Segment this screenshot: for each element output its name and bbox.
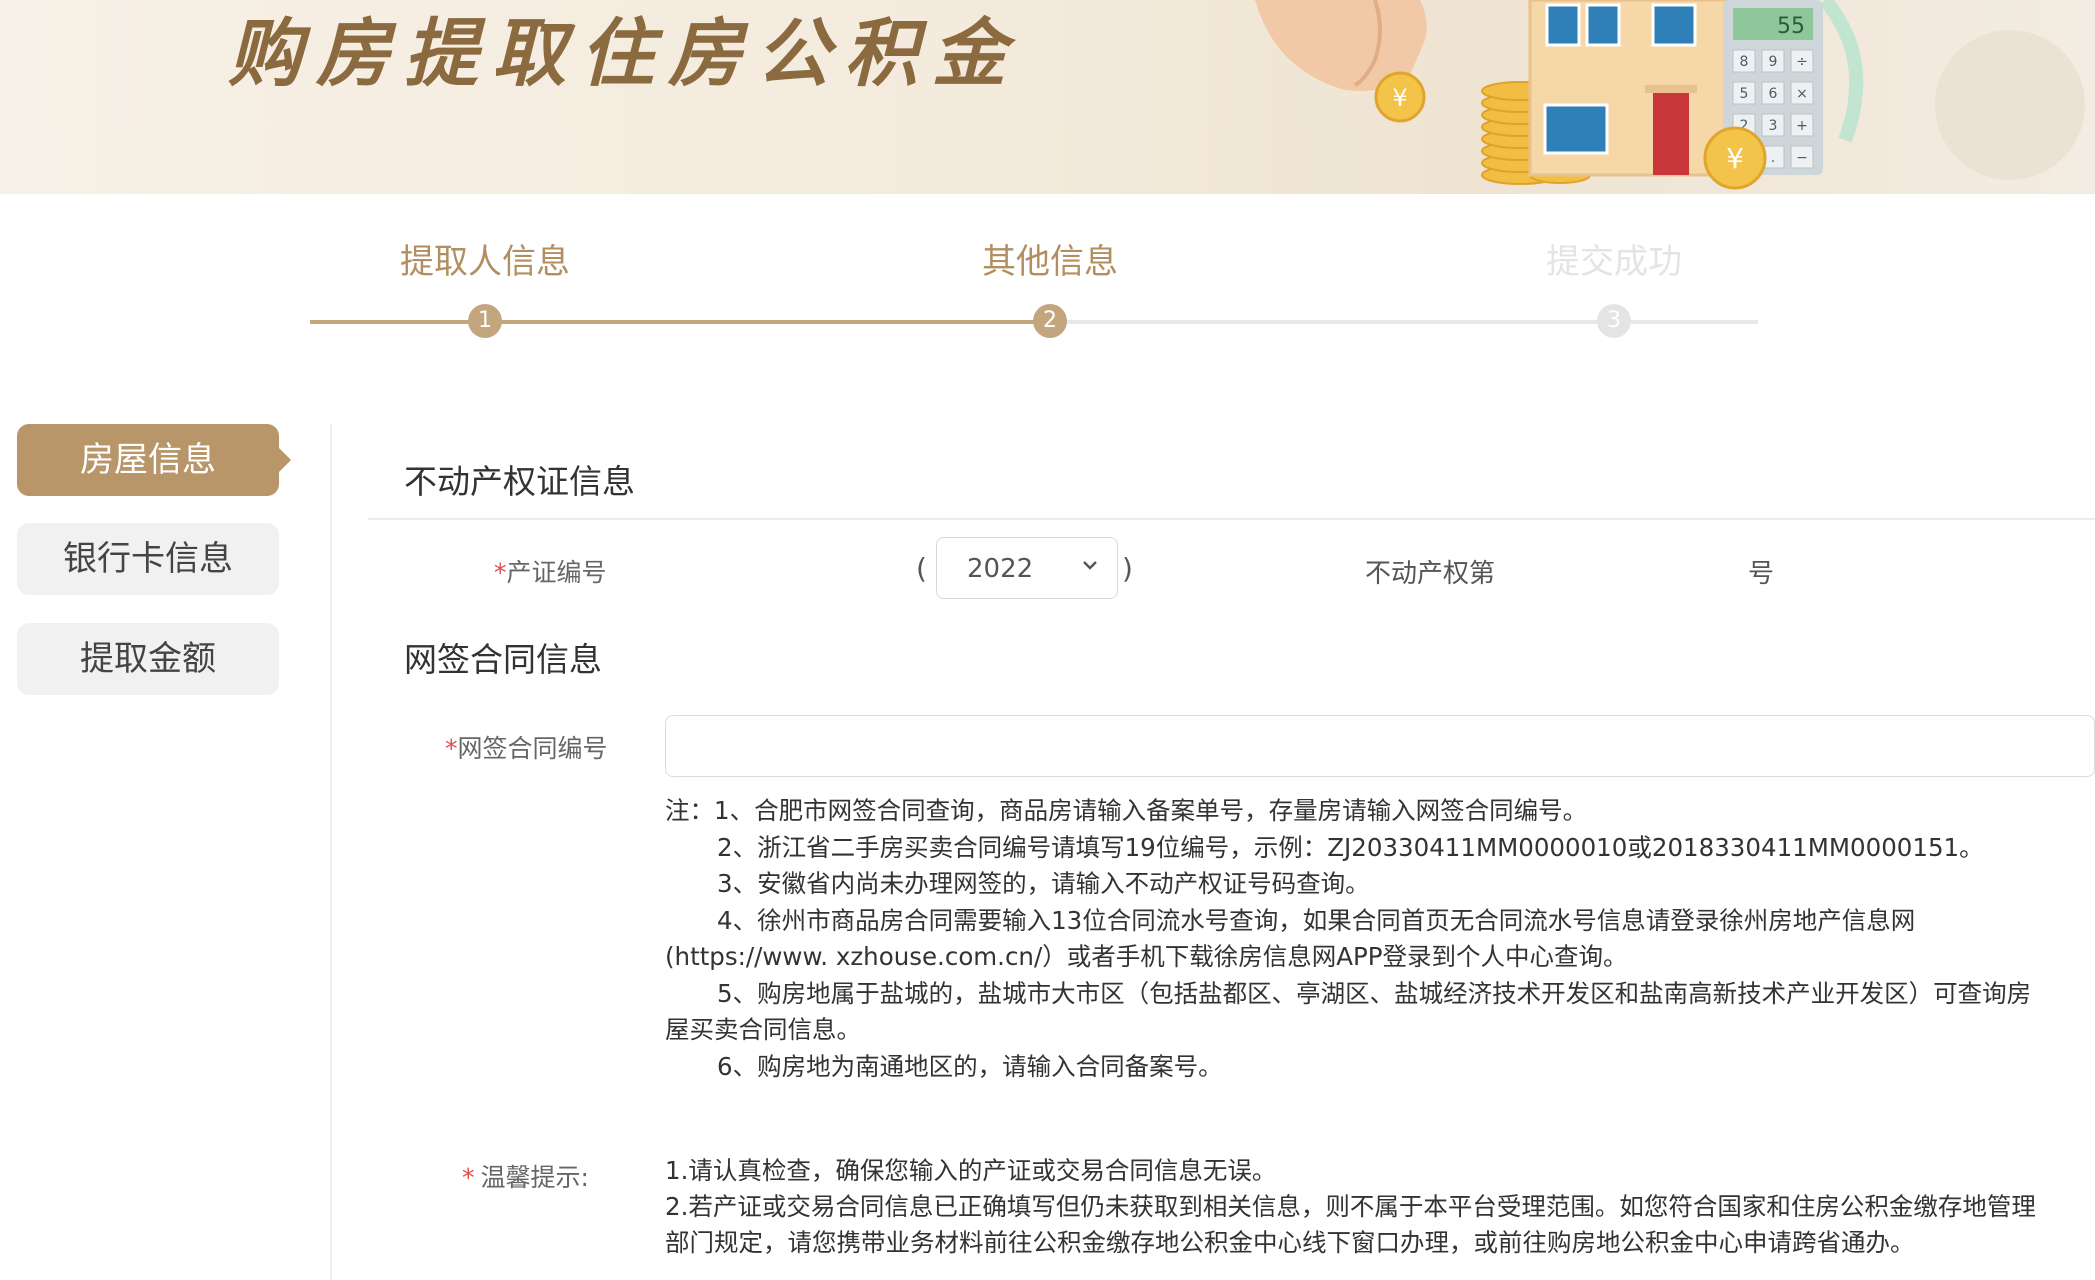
sidebar: 房屋信息 银行卡信息 提取金额: [0, 420, 300, 1280]
page-banner: 购房提取住房公积金 ¥ 55 8 9 ÷ 5 6 × 2 3 + . − ¥: [0, 0, 2095, 194]
year-select[interactable]: 2022: [936, 537, 1118, 599]
note-line: 2、浙江省二手房买卖合同编号请填写19位编号，示例：ZJ20330411MM00…: [717, 832, 1984, 862]
note-line: 6、购房地为南通地区的，请输入合同备案号。: [717, 1051, 1223, 1081]
svg-text:÷: ÷: [1796, 54, 1808, 70]
paren-open: (: [916, 552, 927, 585]
sidebar-item-withdrawal-amount[interactable]: 提取金额: [17, 623, 279, 695]
note-line: 5、购房地属于盐城的，盐城市大市区（包括盐都区、亭湖区、盐城经济技术开发区和盐南…: [717, 978, 2032, 1008]
contract-number-input[interactable]: [665, 715, 2095, 777]
tip-line: 部门规定，请您携带业务材料前往公积金缴存地公积金中心线下窗口办理，或前往购房地公…: [665, 1228, 1915, 1257]
step-2-dot: 2: [1033, 304, 1067, 338]
step-line-1: [310, 320, 1050, 324]
step-3-dot: 3: [1597, 304, 1631, 338]
tip-line: 1.请认真检查，确保您输入的产证或交易合同信息无误。: [665, 1156, 1277, 1185]
note-line: 注：1、合肥市网签合同查询，商品房请输入备案单号，存量房请输入网签合同编号。: [665, 796, 1588, 825]
required-mark: *: [445, 734, 458, 763]
sidebar-divider: [330, 424, 332, 1280]
note-line: 3、安徽省内尚未办理网签的，请输入不动产权证号码查询。: [717, 869, 1370, 898]
svg-text:×: ×: [1796, 86, 1808, 102]
step-1-dot: 1: [468, 304, 502, 338]
paren-close: ): [1122, 552, 1133, 585]
banner-illustration: ¥ 55 8 9 ÷ 5 6 × 2 3 + . − ¥: [1255, 0, 1864, 190]
sidebar-item-bank-card-info[interactable]: 银行卡信息: [17, 523, 279, 595]
svg-text:3: 3: [1769, 118, 1778, 134]
cert-number-label: *产证编号: [494, 553, 607, 589]
banner-decoration: [1935, 30, 2085, 180]
svg-text:¥: ¥: [1726, 142, 1744, 175]
svg-text:8: 8: [1740, 54, 1749, 70]
step-line-2: [1050, 320, 1758, 324]
chevron-down-icon: [1083, 561, 1097, 570]
step-1-label: 提取人信息: [400, 242, 570, 282]
tips-label: * 温馨提示:: [462, 1158, 589, 1194]
note-line: (https://www. xzhouse.com.cn/）或者手机下载徐房信息…: [665, 942, 1628, 971]
note-line: 屋买卖合同信息。: [665, 1015, 861, 1044]
progress-stepper: 提取人信息 1 其他信息 2 提交成功 3: [0, 194, 2095, 394]
cert-prefix-text: 不动产权第: [1365, 559, 1496, 589]
contract-number-label-text: 网签合同编号: [457, 734, 608, 763]
cert-number-label-text: 产证编号: [506, 558, 607, 587]
step-2-label: 其他信息: [982, 242, 1118, 282]
contract-number-label: *网签合同编号: [445, 729, 608, 765]
svg-text:6: 6: [1769, 86, 1778, 102]
contract-section-title: 网签合同信息: [404, 640, 602, 679]
required-mark: *: [462, 1163, 475, 1192]
svg-text:.: .: [1771, 150, 1775, 166]
svg-text:−: −: [1796, 150, 1808, 166]
tips-label-text: 温馨提示:: [480, 1163, 589, 1192]
step-3-label: 提交成功: [1546, 242, 1682, 282]
cert-suffix-text: 号: [1748, 559, 1775, 589]
svg-text:5: 5: [1740, 86, 1749, 102]
svg-text:9: 9: [1769, 54, 1778, 70]
svg-text:55: 55: [1777, 14, 1805, 39]
tips-content: 1.请认真检查，确保您输入的产证或交易合同信息无误。 2.若产证或交易合同信息已…: [665, 1153, 2090, 1261]
sidebar-item-house-info[interactable]: 房屋信息: [17, 424, 291, 496]
year-select-value: 2022: [967, 554, 1034, 584]
svg-text:¥: ¥: [1392, 84, 1407, 112]
note-line: 4、徐州市商品房合同需要输入13位合同流水号查询，如果合同首页无合同流水号信息请…: [717, 905, 1916, 935]
tip-line: 2.若产证或交易合同信息已正确填写但仍未获取到相关信息，则不属于本平台受理范围。…: [665, 1192, 2036, 1221]
svg-text:+: +: [1796, 118, 1808, 134]
section-divider: [368, 518, 2095, 520]
required-mark: *: [494, 558, 507, 587]
property-section-title: 不动产权证信息: [404, 462, 635, 501]
contract-notes: 注：1、合肥市网签合同查询，商品房请输入备案单号，存量房请输入网签合同编号。 2…: [665, 793, 2090, 1085]
banner-title: 购房提取住房公积金: [228, 11, 1020, 97]
